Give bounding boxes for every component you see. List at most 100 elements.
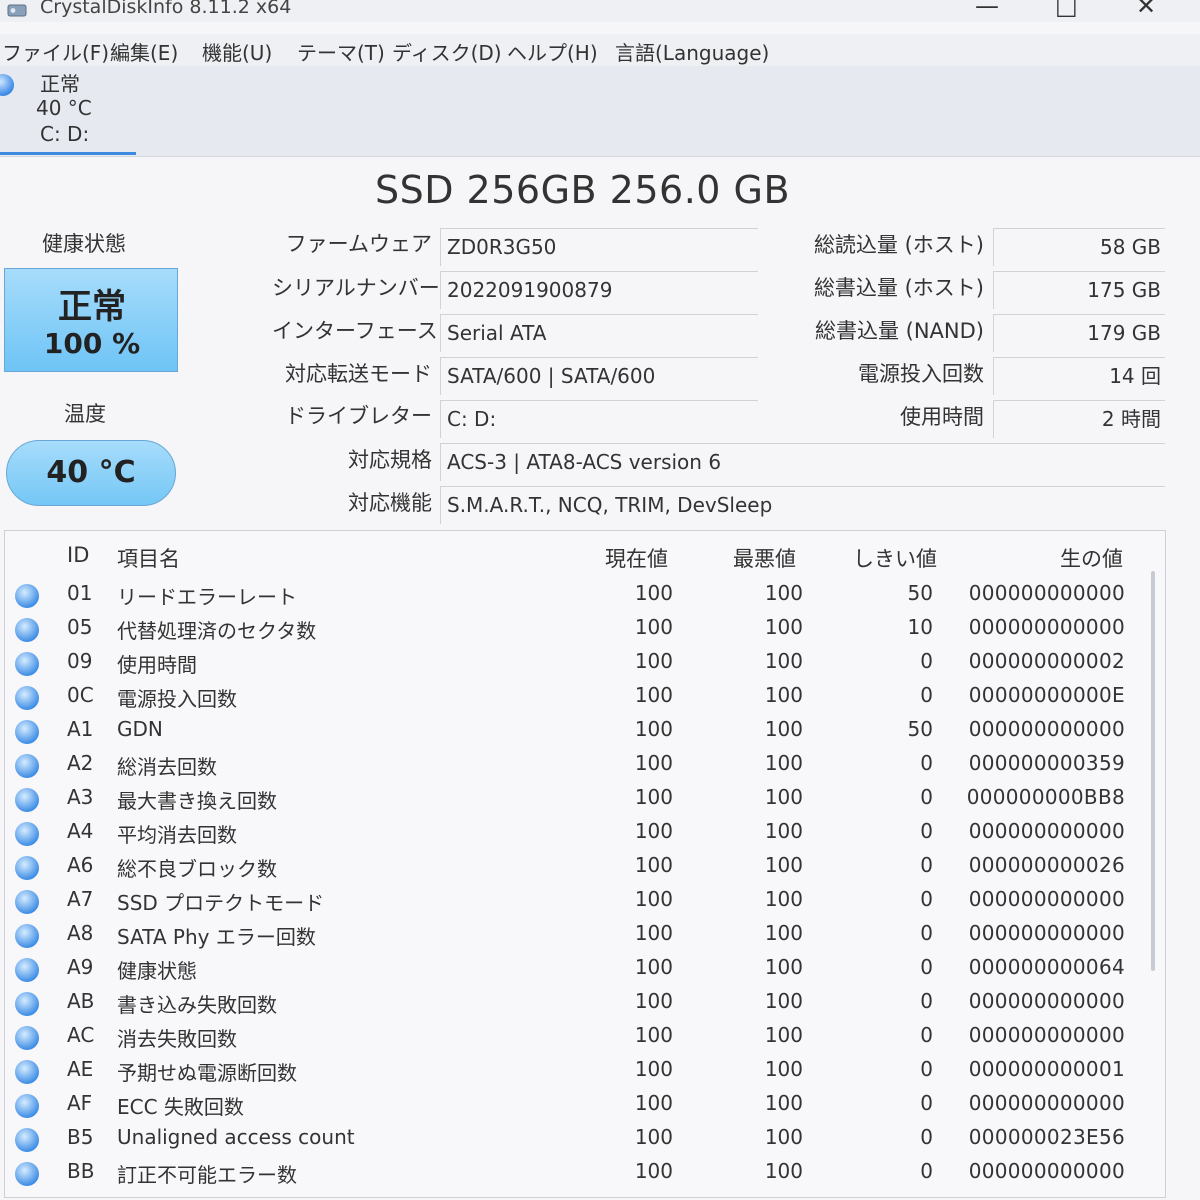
row-current: 100 [634,887,673,911]
table-row[interactable]: A6 総不良ブロック数 100 100 0 000000000026 [5,851,1155,884]
row-current: 100 [634,1023,673,1047]
row-raw: 000000000000 [968,819,1125,843]
header-id[interactable]: ID [67,543,89,567]
row-current: 100 [634,853,673,877]
row-worst: 100 [764,819,803,843]
health-status-button[interactable]: 正常 100 % [4,268,178,372]
row-id: 09 [67,649,93,673]
disk-tab-c[interactable]: 正常 40 °C C: D: [0,66,136,155]
menu-function[interactable]: 機能(U) [202,37,272,66]
disk-tab-status: 正常 [40,72,80,96]
row-current: 100 [634,581,673,605]
row-id: A1 [67,717,94,741]
minimize-button[interactable]: — [975,0,999,20]
row-raw: 000000000000 [968,615,1125,639]
row-id: A9 [67,955,94,979]
row-raw: 000000000000 [968,1159,1125,1183]
power-on-hours-label: 使用時間 [900,405,984,429]
row-raw: 000000000000 [968,887,1125,911]
table-row[interactable]: A9 健康状態 100 100 0 000000000064 [5,953,1155,986]
table-row[interactable]: A1 GDN 100 100 50 000000000000 [5,715,1155,748]
row-current: 100 [634,921,673,945]
row-current: 100 [634,717,673,741]
table-row[interactable]: AF ECC 失敗回数 100 100 0 000000000000 [5,1089,1155,1122]
row-name: 健康状態 [117,959,197,983]
row-current: 100 [634,785,673,809]
serial-value: 2022091900879 [440,271,758,309]
status-dot-icon [15,652,39,676]
row-raw: 000000023E56 [968,1125,1125,1149]
row-id: AF [67,1091,93,1115]
row-raw: 000000000000 [968,989,1125,1013]
status-dot-icon [15,822,39,846]
header-current[interactable]: 現在値 [605,543,668,573]
drive-letter-value: C: D: [440,400,758,438]
row-id: 05 [67,615,93,639]
table-scrollbar[interactable] [1151,571,1155,971]
table-row[interactable]: AE 予期せぬ電源断回数 100 100 0 000000000001 [5,1055,1155,1088]
menu-theme[interactable]: テーマ(T) [297,37,385,66]
power-on-hours-value: 2 時間 [993,400,1165,438]
row-threshold: 0 [920,819,933,843]
row-raw: 000000000000 [968,921,1125,945]
menu-bar: ファイル(F) 編集(E) 機能(U) テーマ(T) ディスク(D) ヘルプ(H… [0,34,1200,66]
row-raw: 000000000026 [968,853,1125,877]
row-current: 100 [634,819,673,843]
menu-edit[interactable]: 編集(E) [110,37,178,66]
table-row[interactable]: A8 SATA Phy エラー回数 100 100 0 000000000000 [5,919,1155,952]
row-name: 総不良ブロック数 [117,857,277,881]
header-worst[interactable]: 最悪値 [733,543,796,573]
maximize-button[interactable]: □ [1055,0,1078,20]
header-name[interactable]: 項目名 [117,543,180,573]
status-dot-icon [15,958,39,982]
menu-language[interactable]: 言語(Language) [615,37,769,66]
temperature-label: 温度 [64,402,106,426]
nand-writes-label: 総書込量 (NAND) [814,319,984,343]
row-threshold: 50 [907,581,933,605]
row-current: 100 [634,683,673,707]
table-row[interactable]: 01 リードエラーレート 100 100 50 000000000000 [5,579,1155,612]
table-row[interactable]: A4 平均消去回数 100 100 0 000000000000 [5,817,1155,850]
status-dot-icon [15,924,39,948]
row-threshold: 0 [920,1159,933,1183]
status-dot-icon [15,1094,39,1118]
close-button[interactable]: ✕ [1136,0,1156,20]
row-id: A6 [67,853,94,877]
table-row[interactable]: 05 代替処理済のセクタ数 100 100 10 000000000000 [5,613,1155,646]
table-row[interactable]: AB 書き込み失敗回数 100 100 0 000000000000 [5,987,1155,1020]
menu-disk[interactable]: ディスク(D) [392,37,502,66]
header-raw[interactable]: 生の値 [1060,543,1123,573]
header-threshold[interactable]: しきい値 [853,543,937,573]
status-dot-icon [15,890,39,914]
status-dot-icon [15,1026,39,1050]
row-worst: 100 [764,615,803,639]
health-status-text: 正常 [58,287,126,327]
table-row[interactable]: 0C 電源投入回数 100 100 0 00000000000E [5,681,1155,714]
menu-file[interactable]: ファイル(F) [2,37,109,66]
menu-help[interactable]: ヘルプ(H) [507,37,598,66]
table-row[interactable]: B5 Unaligned access count 100 100 0 0000… [5,1123,1155,1156]
table-row[interactable]: BB 訂正不可能エラー数 100 100 0 000000000000 [5,1157,1155,1190]
status-dot-icon [15,788,39,812]
row-raw: 000000000000 [968,1091,1125,1115]
status-dot-icon [15,754,39,778]
row-threshold: 50 [907,717,933,741]
row-name: 書き込み失敗回数 [117,993,277,1017]
row-threshold: 0 [920,1057,933,1081]
disk-model-title: SSD 256GB 256.0 GB [374,168,791,212]
table-row[interactable]: AC 消去失敗回数 100 100 0 000000000000 [5,1021,1155,1054]
table-row[interactable]: A7 SSD プロテクトモード 100 100 0 000000000000 [5,885,1155,918]
row-current: 100 [634,1125,673,1149]
row-id: A2 [67,751,94,775]
table-row[interactable]: 09 使用時間 100 100 0 000000000002 [5,647,1155,680]
table-row[interactable]: A2 総消去回数 100 100 0 000000000359 [5,749,1155,782]
table-row[interactable]: A3 最大書き換え回数 100 100 0 000000000BB8 [5,783,1155,816]
host-reads-label: 総読込量 (ホスト) [813,233,984,257]
row-worst: 100 [764,581,803,605]
row-id: A8 [67,921,94,945]
row-raw: 00000000000E [968,683,1125,707]
temperature-button[interactable]: 40 °C [6,440,176,506]
row-threshold: 0 [920,649,933,673]
row-current: 100 [634,989,673,1013]
serial-label: シリアルナンバー [272,276,440,300]
